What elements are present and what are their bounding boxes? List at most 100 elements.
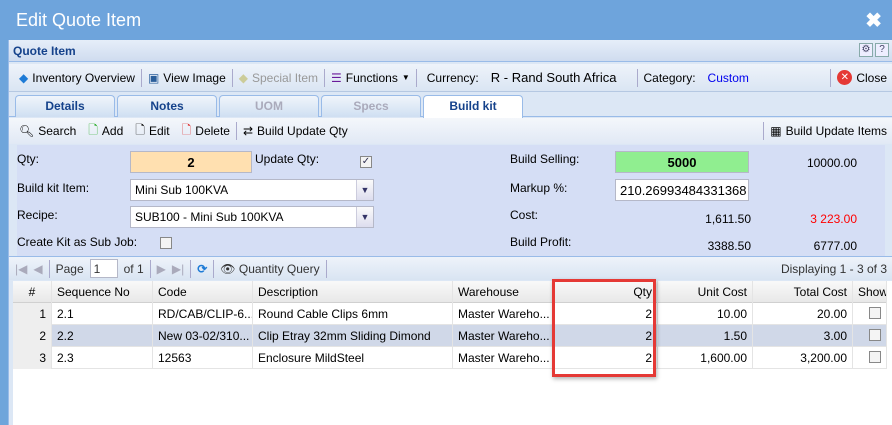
col-total-cost-cell: 3,200.00 [753,347,853,369]
chevron-down-icon: ▼ [401,73,410,82]
recipe-label: Recipe: [17,208,58,222]
chevron-down-icon[interactable]: ▼ [356,207,373,227]
qty-input[interactable]: 2 [130,151,252,173]
recipe-value: SUB100 - Mini Sub 100KVA [135,210,284,224]
tab-bar: Details Notes UOM Specs Build kit [9,95,892,118]
build-update-items-button[interactable]: ▦ Build Update Items [764,124,892,138]
col-number-header[interactable]: # [13,281,52,303]
sub-job-label: Create Kit as Sub Job: [17,235,138,249]
first-page-icon[interactable]: |◀ [15,262,27,276]
col-unit-cost-cell: 10.00 [658,303,753,325]
build-update-qty-label: Build Update Qty [257,124,348,138]
main-toolbar: ◆ Inventory Overview ▣ View Image ◆ Special… [9,64,892,92]
menu-icon: ☰ [331,70,342,85]
last-page-icon[interactable]: ▶| [172,262,184,276]
markup-input[interactable]: 210.26993484331368 [615,179,749,201]
tab-notes[interactable]: Notes [117,95,217,117]
kit-item-label: Build kit Item: [17,181,90,195]
edit-icon: 🗋 [135,122,145,137]
view-image-button[interactable]: ▣ View Image [142,71,232,85]
col-number-cell: 2 [13,325,52,347]
inventory-overview-button[interactable]: ◆ Inventory Overview [13,71,141,85]
col-description-header[interactable]: Description [253,281,453,303]
category-link[interactable]: Custom [702,71,755,85]
tag-icon: ◆ [19,70,29,85]
col-number-cell: 3 [13,347,52,369]
qty-label: Qty: [17,152,40,166]
search-label: Search [38,124,77,138]
col-total-cost-cell: 3.00 [753,325,853,347]
build-selling-input[interactable]: 5000 [615,151,749,173]
delete-icon: 🗋 [181,122,192,137]
col-sequence-header[interactable]: Sequence No [52,281,153,303]
show-checkbox[interactable] [869,307,881,319]
tag-icon: ◆ [238,70,248,85]
add-label: Add [101,124,124,138]
update-qty-checkbox[interactable]: ✓ [360,156,372,168]
show-checkbox-cell [853,303,887,325]
close-label: Close [856,70,887,85]
chevron-down-icon[interactable]: ▼ [356,180,373,200]
currency-label: Currency: [426,70,479,85]
build-update-qty-button[interactable]: ⇄ Build Update Qty [237,124,354,138]
add-icon: 🗋 [88,122,98,137]
add-button[interactable]: 🗋 Add [82,121,129,142]
update-qty-label: Update Qty: [255,152,320,166]
table-row[interactable]: 1 2.1 RD/CAB/CLIP-6... Round Cable Clips 6m… [13,303,887,325]
col-total-cost-cell: 20.00 [753,303,853,325]
quote-item-panel: Quote Item ⚙ ? ◆ Inventory Overview ▣ View… [8,40,892,425]
col-description-cell: Round Cable Clips 6mm [253,303,453,325]
help-icon[interactable]: ? [875,43,889,57]
col-sequence-cell: 2.3 [52,347,153,369]
col-warehouse-cell: Master Wareho... [453,303,553,325]
quantity-query-button[interactable]: 👁︎ Quantity Query [220,262,319,276]
table-row[interactable]: 3 2.3 12563 Enclosure MildSteel Master Wareh… [13,347,887,369]
col-code-header[interactable]: Code [153,281,253,303]
kit-item-value: Mini Sub 100KVA [135,183,229,197]
show-checkbox[interactable] [869,329,881,341]
tab-build-kit[interactable]: Build kit [423,95,523,118]
recipe-select[interactable]: SUB100 - Mini Sub 100KVA ▼ [130,206,374,228]
tab-details[interactable]: Details [15,95,115,117]
col-show-header[interactable]: Show [853,281,887,303]
paging-toolbar: |◀ ◀ Page 1 of 1 ▶ ▶| ⟳ 👁︎ Quantity Quer… [9,256,892,280]
quantity-query-label: Quantity Query [238,261,320,276]
table-row[interactable]: 2 2.2 New 03-02/310... Clip Etray 32mm Slid… [13,325,887,347]
edit-button[interactable]: 🗋 Edit [129,121,175,142]
search-button[interactable]: 🔍︎ Search [13,124,82,138]
tab-uom[interactable]: UOM [219,95,319,117]
gear-icon[interactable]: ⚙ [859,43,873,57]
col-unit-cost-header[interactable]: Unit Cost [658,281,753,303]
cost-total: 3 223.00 [810,212,857,226]
grid-icon: ▦ [770,124,782,138]
page-input[interactable]: 1 [89,259,118,278]
kit-item-select[interactable]: Mini Sub 100KVA ▼ [130,179,374,201]
panel-header: Quote Item [9,40,892,62]
next-page-icon[interactable]: ▶ [157,262,166,276]
window-close-icon[interactable]: ✖ [865,8,882,33]
col-warehouse-cell: Master Wareho... [453,347,553,369]
build-toolbar: 🔍︎ Search 🗋 Add 🗋 Edit 🗋 Delete ⇄ Build Updat… [9,118,892,144]
functions-menu-button[interactable]: ☰ Functions ▼ [325,71,416,85]
col-total-cost-header[interactable]: Total Cost [753,281,853,303]
tab-specs[interactable]: Specs [321,95,421,117]
show-checkbox-cell [853,347,887,369]
build-profit-value: 3388.50 [707,239,751,253]
show-checkbox-cell [853,325,887,347]
currency-value: R - Rand South Africa [490,70,617,85]
page-label: Page [55,261,84,276]
col-warehouse-header[interactable]: Warehouse [453,281,553,303]
col-unit-cost-cell: 1.50 [658,325,753,347]
window-title: Edit Quote Item [0,0,892,40]
displaying-count: Displaying 1 - 3 of 3 [780,261,887,276]
show-checkbox[interactable] [869,351,881,363]
col-code-cell: 12563 [153,347,253,369]
build-profit-total: 6777.00 [813,239,857,253]
sub-job-checkbox[interactable] [160,237,172,249]
prev-page-icon[interactable]: ◀ [33,262,42,276]
special-item-button[interactable]: ◆ Special Item [233,71,324,85]
refresh-icon[interactable]: ⟳ [197,262,207,276]
qty-column-highlight [552,279,656,377]
close-button[interactable]: ✕ Close [831,70,892,85]
delete-button[interactable]: 🗋 Delete [176,121,236,142]
